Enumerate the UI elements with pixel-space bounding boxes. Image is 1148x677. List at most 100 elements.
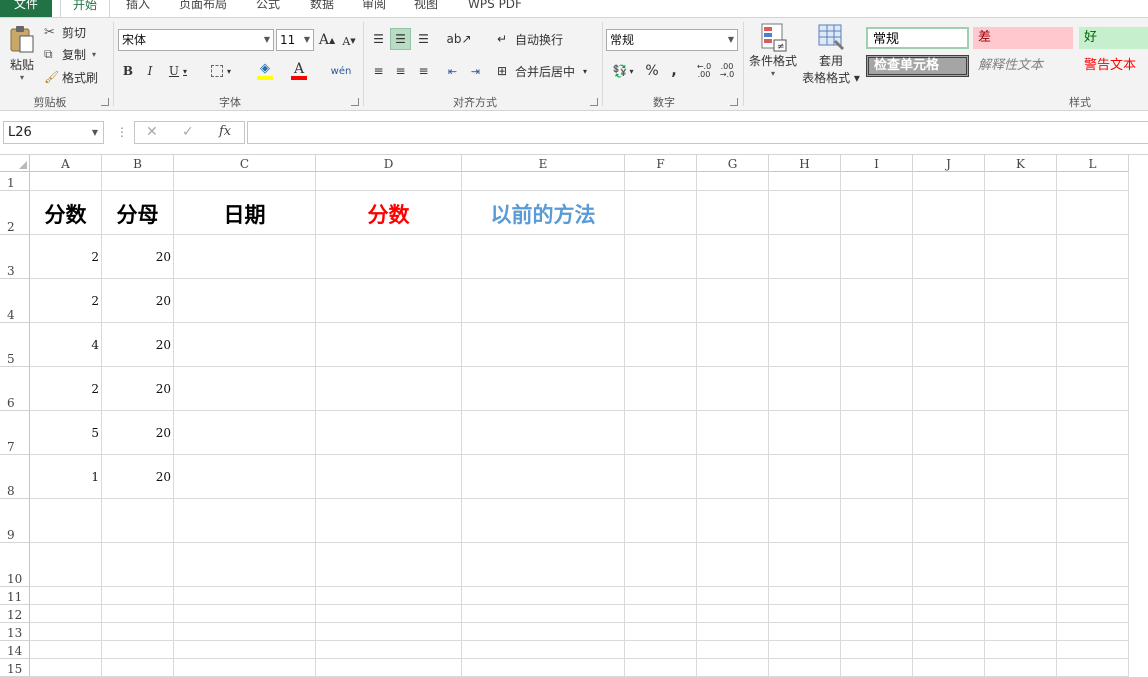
format-painter-button[interactable]: 🖌 格式刷 — [44, 68, 106, 86]
cell[interactable] — [625, 499, 697, 543]
cell[interactable] — [769, 659, 841, 677]
cell[interactable] — [1057, 191, 1129, 235]
cell[interactable] — [1057, 279, 1129, 323]
cell-b5[interactable]: 20 — [102, 323, 174, 367]
cell[interactable] — [316, 172, 462, 191]
cell[interactable] — [697, 623, 769, 641]
select-all-corner[interactable] — [0, 155, 30, 172]
cell[interactable] — [913, 235, 985, 279]
name-box[interactable]: L26 ▼ — [3, 121, 104, 144]
increase-indent-button[interactable]: ⇥ — [465, 60, 486, 82]
row-header-3[interactable]: 3 — [0, 235, 30, 279]
tab-view[interactable]: 视图 — [406, 0, 446, 17]
style-good[interactable]: 好 — [1079, 27, 1148, 49]
row-header-8[interactable]: 8 — [0, 455, 30, 499]
column-header-i[interactable]: I — [841, 155, 913, 172]
clipboard-launcher-icon[interactable] — [101, 98, 109, 106]
cell[interactable] — [30, 605, 102, 623]
cell[interactable] — [913, 279, 985, 323]
underline-button[interactable]: U ▾ — [163, 61, 193, 81]
cell[interactable] — [697, 499, 769, 543]
cell[interactable] — [1057, 411, 1129, 455]
font-name-select[interactable]: 宋体 ▼ — [118, 29, 274, 51]
column-header-f[interactable]: F — [625, 155, 697, 172]
tab-file[interactable]: 文件 — [0, 0, 52, 17]
cell[interactable] — [316, 367, 462, 411]
cell[interactable] — [1057, 587, 1129, 605]
percent-button[interactable]: % — [642, 60, 662, 82]
column-header-e[interactable]: E — [462, 155, 625, 172]
cell[interactable] — [913, 411, 985, 455]
cell[interactable] — [841, 659, 913, 677]
style-normal[interactable]: 常规 — [866, 27, 969, 49]
cell[interactable] — [985, 623, 1057, 641]
tab-formulas[interactable]: 公式 — [248, 0, 288, 17]
cell[interactable] — [913, 191, 985, 235]
cell[interactable] — [769, 323, 841, 367]
cell[interactable] — [841, 411, 913, 455]
cell[interactable] — [697, 659, 769, 677]
cell-a7[interactable]: 5 — [30, 411, 102, 455]
column-header-a[interactable]: A — [30, 155, 102, 172]
cell[interactable] — [841, 279, 913, 323]
formula-input[interactable] — [247, 121, 1148, 144]
column-header-j[interactable]: J — [913, 155, 985, 172]
tab-wps-pdf[interactable]: WPS PDF — [460, 0, 530, 17]
cell[interactable] — [625, 411, 697, 455]
cell[interactable] — [985, 172, 1057, 191]
cell[interactable] — [174, 367, 316, 411]
row-header-4[interactable]: 4 — [0, 279, 30, 323]
cell[interactable] — [841, 605, 913, 623]
align-bottom-button[interactable]: ☰ — [413, 28, 434, 50]
cell[interactable] — [985, 543, 1057, 587]
cell[interactable] — [769, 499, 841, 543]
cell[interactable] — [985, 411, 1057, 455]
tab-page-layout[interactable]: 页面布局 — [170, 0, 236, 17]
font-size-select[interactable]: 11 ▼ — [276, 29, 314, 51]
tab-insert[interactable]: 插入 — [118, 0, 158, 17]
cell[interactable] — [625, 172, 697, 191]
cell[interactable] — [625, 235, 697, 279]
cell[interactable] — [985, 659, 1057, 677]
cell[interactable] — [316, 623, 462, 641]
cell[interactable] — [462, 367, 625, 411]
cell[interactable] — [462, 279, 625, 323]
align-center-button[interactable]: ≡ — [390, 60, 411, 82]
comma-button[interactable]: , — [664, 60, 684, 82]
row-header-1[interactable]: 1 — [0, 172, 30, 191]
cell[interactable] — [841, 235, 913, 279]
number-format-select[interactable]: 常规 ▼ — [606, 29, 738, 51]
cell-b3[interactable]: 20 — [102, 235, 174, 279]
row-header-7[interactable]: 7 — [0, 411, 30, 455]
cell[interactable] — [1057, 543, 1129, 587]
cell[interactable] — [841, 323, 913, 367]
cell-b4[interactable]: 20 — [102, 279, 174, 323]
tab-data[interactable]: 数据 — [302, 0, 342, 17]
cell[interactable] — [316, 641, 462, 659]
column-header-h[interactable]: H — [769, 155, 841, 172]
cell[interactable] — [697, 543, 769, 587]
cell[interactable] — [985, 641, 1057, 659]
cell[interactable] — [697, 605, 769, 623]
cell[interactable] — [625, 587, 697, 605]
cell[interactable] — [769, 641, 841, 659]
cell[interactable] — [625, 641, 697, 659]
style-explanatory[interactable]: 解释性文本 — [973, 55, 1073, 77]
row-header-13[interactable]: 13 — [0, 623, 30, 641]
header-cell-a2[interactable]: 分数 — [30, 191, 102, 235]
cell[interactable] — [985, 367, 1057, 411]
cell[interactable] — [462, 323, 625, 367]
row-header-10[interactable]: 10 — [0, 543, 30, 587]
cell[interactable] — [913, 605, 985, 623]
cell[interactable] — [625, 543, 697, 587]
cell[interactable] — [769, 543, 841, 587]
column-header-b[interactable]: B — [102, 155, 174, 172]
cell[interactable] — [462, 659, 625, 677]
cell[interactable] — [102, 172, 174, 191]
cell[interactable] — [769, 191, 841, 235]
cell[interactable] — [462, 499, 625, 543]
cell[interactable] — [316, 323, 462, 367]
decrease-decimal-button[interactable]: .00 →.0 — [717, 60, 737, 82]
cell-b6[interactable]: 20 — [102, 367, 174, 411]
cell[interactable] — [841, 623, 913, 641]
